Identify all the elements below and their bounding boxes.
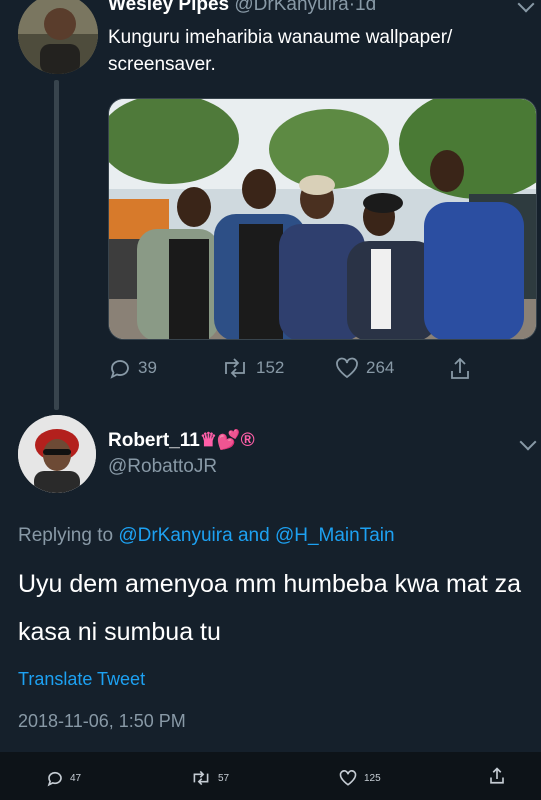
- tweet-text: Kunguru imeharibia wanaume wallpaper/ sc…: [108, 27, 453, 75]
- reply-count: 47: [70, 772, 82, 784]
- chevron-down-icon[interactable]: [517, 0, 535, 13]
- reply-icon: [47, 771, 62, 787]
- replying-prefix: Replying to: [18, 525, 114, 546]
- avatar[interactable]: [18, 415, 96, 493]
- display-name[interactable]: Wesley Pipes: [108, 0, 229, 15]
- tweet-time[interactable]: 1d: [355, 0, 376, 15]
- share-icon: [451, 357, 469, 379]
- like-button[interactable]: 264: [334, 356, 394, 380]
- replying-and[interactable]: and: [238, 525, 270, 546]
- share-button[interactable]: [448, 356, 478, 382]
- display-name[interactable]: Robert_11♛💕®: [108, 428, 255, 452]
- avatar[interactable]: [18, 0, 98, 74]
- tweet-photo[interactable]: [108, 98, 537, 340]
- tweet-parent: Wesley Pipes @DrKanyuira·1d Kunguru imeh…: [0, 0, 541, 410]
- translate-tweet-link[interactable]: Translate Tweet: [18, 669, 145, 690]
- like-button[interactable]: 125: [338, 769, 381, 787]
- tweet-actions: 39 152 264: [108, 356, 488, 386]
- replying-to: Replying to @DrKanyuira and @H_MainTain: [18, 525, 395, 547]
- reply-button[interactable]: 39: [108, 356, 157, 380]
- retweet-icon: [225, 358, 245, 378]
- retweet-button[interactable]: 57: [190, 769, 229, 787]
- name-emoji: ♛💕®: [199, 430, 255, 451]
- tweet-header: Wesley Pipes @DrKanyuira·1d: [108, 0, 376, 16]
- share-button[interactable]: [488, 766, 512, 786]
- handle[interactable]: @DrKanyuira: [234, 0, 348, 15]
- tweet-timestamp[interactable]: 2018-11-06, 1:50 PM: [18, 711, 186, 732]
- like-count: 125: [364, 772, 381, 784]
- thread-line: [54, 80, 59, 410]
- like-count: 264: [366, 358, 395, 377]
- mention-link[interactable]: @H_MainTain: [275, 525, 395, 546]
- retweet-count: 152: [256, 358, 285, 377]
- bottom-action-bar: 47 57 125: [0, 752, 541, 800]
- mention-link[interactable]: @DrKanyuira: [118, 525, 232, 546]
- handle[interactable]: @RobattoJR: [108, 456, 217, 478]
- retweet-count: 57: [218, 772, 230, 784]
- share-icon: [490, 767, 504, 784]
- tweet-text: Uyu dem amenyoa mm humbeba kwa mat za ka…: [18, 570, 521, 646]
- heart-icon: [336, 357, 358, 379]
- heart-icon: [339, 770, 357, 786]
- reply-icon: [110, 360, 129, 379]
- display-name-text: Robert_11: [108, 430, 200, 451]
- reply-count: 39: [138, 358, 157, 377]
- reply-button[interactable]: 47: [46, 769, 81, 787]
- chevron-down-icon[interactable]: [519, 433, 537, 451]
- retweet-icon: [193, 770, 209, 786]
- retweet-button[interactable]: 152: [220, 356, 284, 380]
